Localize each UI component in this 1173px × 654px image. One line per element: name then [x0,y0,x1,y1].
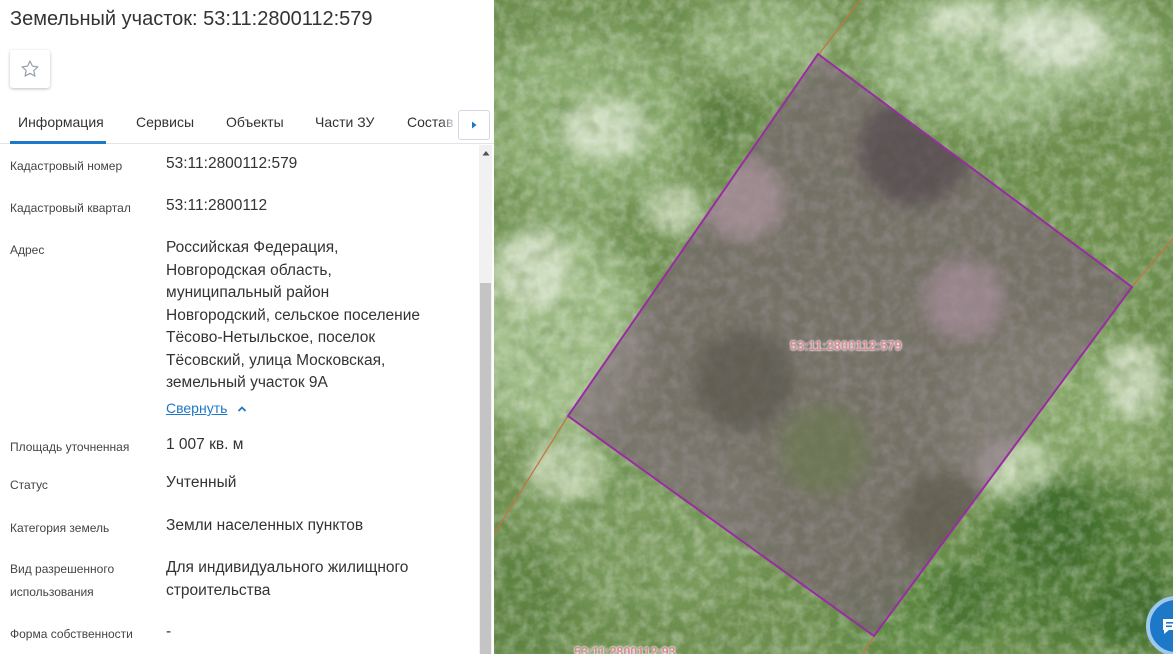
neighbor-parcel-label[interactable]: 53:11:2800112:93 [574,645,675,654]
parcel-label[interactable]: 53:11:2800112:579 [790,339,902,353]
row-label: Кадастровый квартал [10,201,131,215]
tab-fade [440,104,458,142]
row-label: Вид разрешенного использования [10,558,158,604]
collapse-label: Свернуть [166,400,228,416]
address-line: муниципальный район [166,284,330,301]
address-line: Тёсово-Нетыльское, поселок [166,329,376,346]
chevron-up-icon [238,406,247,412]
tab-parts[interactable]: Части ЗУ [315,114,374,130]
address-line: Новгородский, сельское поселение [166,306,420,324]
info-scrollbar[interactable] [479,145,492,654]
address-line: земельный участок 9А [166,374,328,391]
land-category-value: Земли населенных пунктов [166,517,364,534]
label-line: Вид разрешенного [10,562,115,576]
scroll-up-button[interactable] [479,147,492,159]
info-panel: Земельный участок: 53:11:2800112:579 Инф… [0,0,494,654]
cadastral-number-value: 53:11:2800112:579 [166,155,298,172]
address-line: Российская Федерация, [166,239,339,256]
tab-objects[interactable]: Объекты [226,114,284,130]
status-value: Учтенный [166,474,237,491]
tab-bar: Информация Сервисы Объекты Части ЗУ Сост… [0,104,494,144]
row-label: Площадь уточненная [10,440,130,454]
row-label: Форма собственности [10,627,133,641]
favorite-button[interactable] [10,50,50,88]
address-value: Российская Федерация, Новгородская облас… [166,237,466,395]
value-line: Для индивидуального жилищного [166,559,409,576]
scroll-up-arrow-icon [482,151,489,156]
tab-services[interactable]: Сервисы [136,114,194,130]
address-line: Новгородская область, [166,261,332,279]
address-line: Тёсовский, улица Московская, [166,351,386,369]
map-view[interactable]: 53:11:2800112:579 53:11:2800112:93 [494,0,1173,654]
active-tab-indicator [10,141,106,144]
area-value: 1 007 кв. м [166,436,244,453]
collapse-address-link[interactable]: Свернуть [166,400,247,416]
cadastral-quarter-value[interactable]: 53:11:2800112 [166,195,466,218]
row-label: Адрес [10,243,45,257]
row-label: Категория земель [10,521,110,535]
ownership-value: - [166,623,172,640]
info-list: Кадастровый номер 53:11:2800112:579 Када… [0,145,478,654]
satellite-imagery [494,0,1173,654]
chevron-right-icon [472,121,477,129]
label-line: использования [10,585,94,599]
star-icon [21,60,39,77]
tab-scroll-right-button[interactable] [458,110,490,140]
row-label: Статус [10,478,48,492]
permitted-use-value: Для индивидуального жилищного строительс… [166,557,466,602]
scroll-thumb[interactable] [480,283,491,654]
chat-icon [1163,619,1173,634]
value-line: строительства [166,581,271,599]
page-title: Земельный участок: 53:11:2800112:579 [10,8,373,30]
row-label: Кадастровый номер [10,159,123,173]
tab-information[interactable]: Информация [18,114,104,130]
